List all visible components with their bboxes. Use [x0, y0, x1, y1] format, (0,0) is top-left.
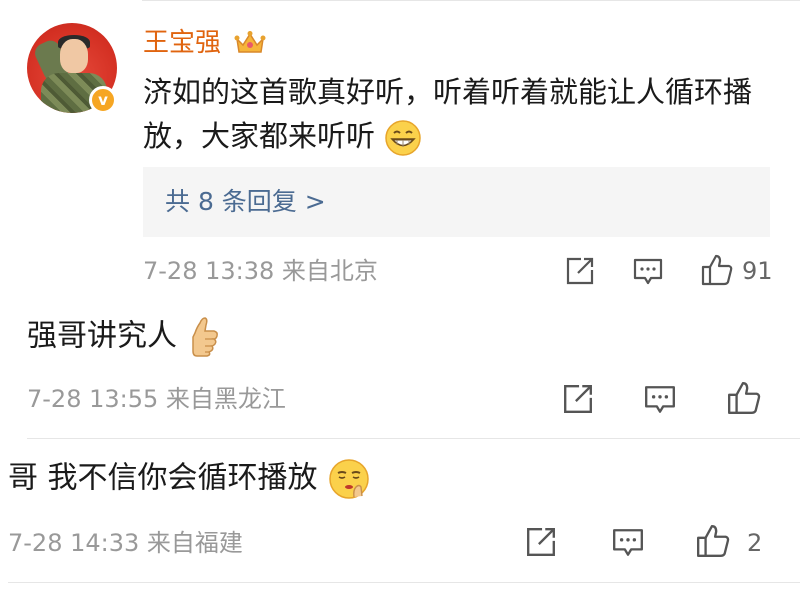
top-divider [142, 0, 800, 1]
comment-icon[interactable] [611, 527, 645, 559]
reply-meta: 7-28 13:55 来自黑龙江 [27, 385, 286, 413]
like-icon[interactable] [726, 380, 762, 416]
divider [27, 438, 800, 439]
reply-meta: 7-28 14:33 来自福建 [8, 529, 243, 557]
username[interactable]: 王宝强 [143, 26, 221, 60]
like-count: 91 [742, 257, 773, 285]
comment-text: 济如的这首歌真好听，听着听着就能让人循环播放，大家都来听听 [143, 70, 783, 158]
divider [8, 582, 800, 583]
comment-icon[interactable] [643, 384, 677, 416]
thumbs-up-emoji [191, 317, 218, 357]
grin-emoji [385, 120, 421, 156]
view-replies-link[interactable]: 共 8 条回复 > [165, 185, 326, 219]
reply-body: 哥 我不信你会循环播放 [8, 460, 318, 496]
crown-icon [234, 31, 266, 53]
like-count: 2 [747, 529, 763, 557]
reply-body: 强哥讲究人 [27, 318, 177, 354]
reply-text: 强哥讲究人 [27, 315, 219, 359]
share-icon[interactable] [562, 383, 594, 415]
comment-body: 济如的这首歌真好听，听着听着就能让人循环播放，大家都来听听 [143, 75, 753, 153]
verified-badge-icon: v [89, 86, 117, 114]
comment-icon[interactable] [632, 257, 664, 287]
like-icon[interactable] [700, 253, 734, 287]
reply-text: 哥 我不信你会循环播放 [8, 457, 371, 501]
like-icon[interactable] [695, 523, 731, 559]
replies-box[interactable]: 共 8 条回复 > [143, 167, 770, 237]
share-icon[interactable] [525, 526, 557, 558]
share-icon[interactable] [565, 256, 595, 286]
shushing-face-emoji [329, 459, 369, 499]
comment-meta: 7-28 13:38 来自北京 [143, 257, 378, 285]
